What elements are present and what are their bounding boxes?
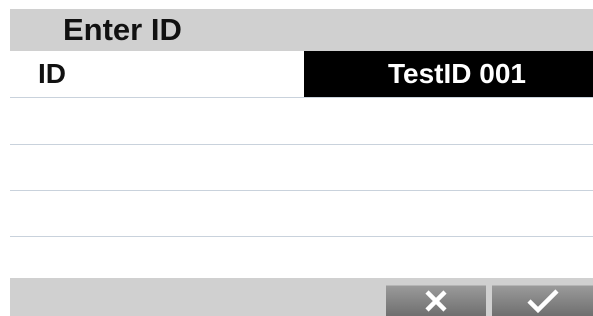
confirm-button[interactable] [492, 285, 593, 316]
empty-list-row [10, 237, 593, 278]
empty-list-row [10, 191, 593, 237]
page-title: Enter ID [63, 12, 182, 47]
footer-bar [10, 278, 593, 316]
title-bar: Enter ID [10, 9, 593, 51]
enter-id-screen: Enter ID ID TestID 001 [10, 9, 593, 316]
id-field-row: ID TestID 001 [10, 51, 593, 98]
empty-list-row [10, 145, 593, 191]
checkmark-icon [526, 289, 559, 314]
id-field-label: ID [38, 58, 66, 89]
close-icon [425, 290, 447, 312]
id-value-field[interactable]: TestID 001 [304, 51, 593, 97]
empty-list-row [10, 98, 593, 145]
cancel-button[interactable] [386, 285, 486, 316]
id-value-text: TestID 001 [388, 58, 526, 89]
